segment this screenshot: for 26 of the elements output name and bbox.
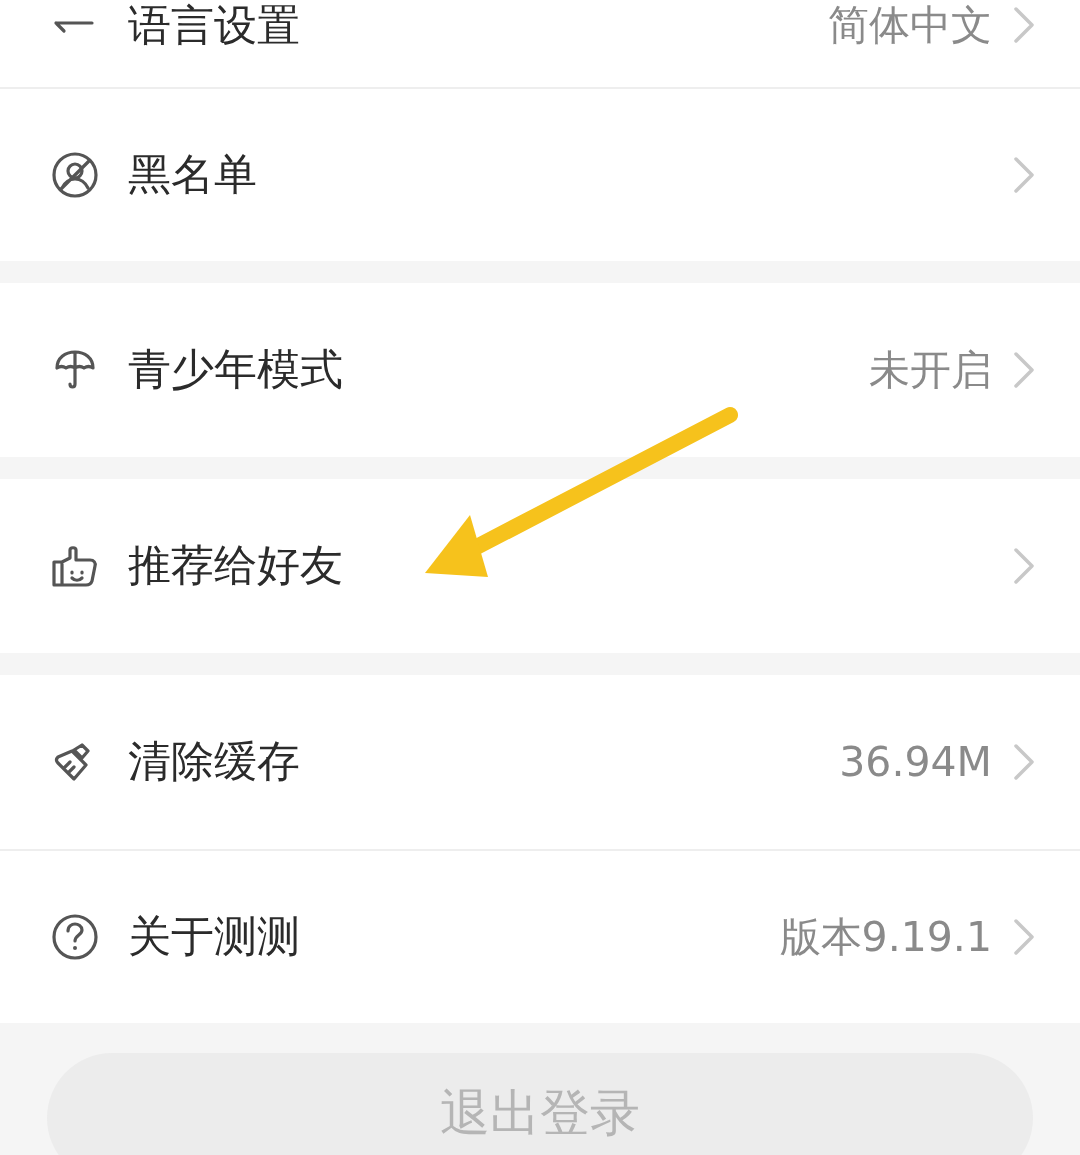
row-value: 36.94M <box>839 738 992 786</box>
row-value: 简体中文 <box>828 0 992 50</box>
settings-row[interactable]: 语言设置 简体中文 <box>0 0 1080 87</box>
row-label: 关于测测 <box>128 910 301 963</box>
settings-row[interactable]: 推荐给好友 <box>0 479 1080 653</box>
blocked-user-icon <box>51 151 99 199</box>
chevron-icon <box>1012 155 1036 195</box>
settings-row[interactable]: 黑名单 <box>0 87 1080 261</box>
thumbs-up-icon <box>51 544 99 588</box>
row-value: 未开启 <box>869 344 992 396</box>
settings-row[interactable]: 关于测测 版本9.19.1 <box>0 849 1080 1023</box>
chevron-icon <box>1012 5 1036 45</box>
settings-row[interactable]: 清除缓存 36.94M <box>0 675 1080 849</box>
settings-row[interactable]: 青少年模式 未开启 <box>0 283 1080 457</box>
umbrella-icon <box>53 348 97 392</box>
chevron-icon <box>1012 350 1036 390</box>
chevron-icon <box>1012 742 1036 782</box>
row-label: 黑名单 <box>128 148 258 201</box>
help-icon <box>51 913 99 961</box>
row-label: 青少年模式 <box>128 343 344 396</box>
chevron-icon <box>1012 546 1036 586</box>
row-value: 版本9.19.1 <box>779 911 992 963</box>
row-label: 语言设置 <box>128 0 301 50</box>
row-label: 清除缓存 <box>128 735 301 788</box>
chevron-icon <box>1012 917 1036 957</box>
row-label: 推荐给好友 <box>128 539 344 592</box>
